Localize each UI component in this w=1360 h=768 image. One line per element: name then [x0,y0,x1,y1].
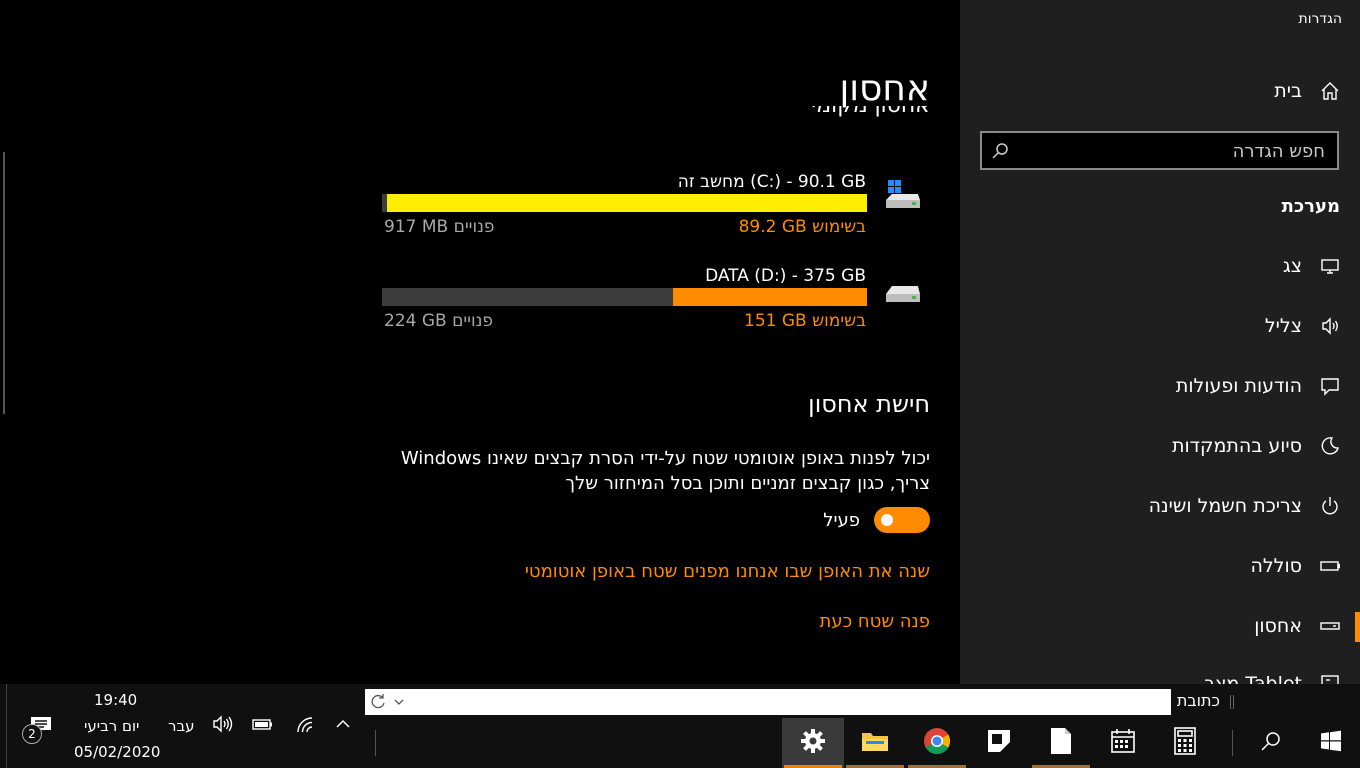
gear-icon [800,728,826,758]
battery-button[interactable] [249,712,277,740]
usage-bar [382,288,867,306]
page-title: אחסון [839,68,930,109]
document-icon [1050,727,1072,759]
taskbar-separator [1232,730,1233,756]
drive-icon [882,270,922,304]
chevron-down-icon[interactable] [391,693,407,711]
taskbar-divider [6,684,7,768]
address-label: כתובת [1176,691,1220,710]
clock-time[interactable]: 19:40 [94,691,137,709]
free-space-now-link[interactable]: פנה שטח כעת [820,611,930,632]
storage-icon [1320,616,1340,636]
clock-day[interactable]: יום רביעי [84,717,139,735]
wifi-icon [294,714,314,738]
drive-c[interactable]: מחשב זה (C:) - 90.1 GB 89.2 GB בשימוש 91… [382,172,930,238]
drive-name: מחשב זה (C:) - 90.1 GB [677,172,866,192]
nav-notifications[interactable]: הודעות ופעולות [960,362,1360,410]
usage-bar-fill [673,288,867,306]
free-space: 224 GB פנויים [384,311,494,331]
taskbar-calendar[interactable] [1092,718,1154,768]
nav-focus-assist[interactable]: סיוע בהתמקדות [960,422,1360,470]
storage-sense-title: חישת אחסון [808,390,930,418]
volume-button[interactable] [209,712,237,740]
taskbar-chrome[interactable] [906,718,968,768]
show-hidden-icons-button[interactable] [329,712,357,740]
settings-sidebar: הגדרות בית מערכת צג צליל הודעות ופעולות [960,0,1360,684]
nav-sound[interactable]: צליל [960,302,1360,350]
chevron-up-icon [335,716,351,736]
search-icon [990,141,1010,161]
nav-label: צליל [1264,315,1302,337]
nav-display[interactable]: צג [960,242,1360,290]
calendar-icon [1110,728,1136,758]
local-storage-subtitle: אחסון מקומי [811,106,930,128]
taskbar-notepad[interactable] [1030,718,1092,768]
free-space: 917 MB פנויים [384,217,495,237]
nav-label: מצב Tablet [1204,673,1302,684]
battery-icon [1320,556,1340,576]
power-icon [1320,496,1340,516]
chrome-icon [923,727,951,759]
clock-date[interactable]: 05/02/2020 [74,743,160,761]
windows-logo-icon [1320,730,1342,756]
used-space: 89.2 GB בשימוש [738,217,866,237]
scroll-indicator[interactable] [3,152,5,414]
calculator-icon [1173,727,1197,759]
nav-tablet-mode[interactable]: מצב Tablet [960,660,1360,684]
search-button[interactable] [1240,718,1302,768]
app-title: הגדרות [1298,11,1342,27]
battery-icon [252,716,274,736]
nav-label: סוללה [1250,555,1302,577]
windows-drive-icon [882,176,922,210]
toolbar-grip[interactable] [1230,695,1234,709]
taskbar-settings[interactable] [782,718,844,768]
toggle-knob [881,514,893,526]
nav-storage[interactable]: אחסון [960,602,1360,650]
search-box[interactable] [980,131,1339,170]
refresh-icon[interactable] [367,691,389,713]
nav-power-sleep[interactable]: צריכת חשמל ושינה [960,482,1360,530]
speaker-icon [1320,316,1340,336]
taskbar-sticky-notes[interactable] [968,718,1030,768]
input-language[interactable]: עבר [168,717,195,735]
change-cleanup-link[interactable]: שנה את האופן שבו אנחנו מפנים שטח באופן א… [525,561,930,582]
moon-icon [1320,436,1340,456]
nav-label: סיוע בהתמקדות [1172,435,1302,457]
taskbar-file-explorer[interactable] [844,718,906,768]
nav-label: צריכת חשמל ושינה [1148,495,1302,517]
drive-name: DATA (D:) - 375 GB [705,266,866,286]
storage-sense-toggle-row: פעיל [823,507,930,533]
toggle-label: פעיל [823,509,860,531]
taskbar-calculator[interactable] [1154,718,1216,768]
storage-sense-description: יכול לפנות באופן אוטומטי שטח על-ידי הסרת… [400,448,930,494]
section-header-system: מערכת [1281,196,1340,217]
sticky-notes-icon [986,728,1012,758]
storage-sense-toggle[interactable] [874,507,930,533]
message-icon [1320,376,1340,396]
home-icon [1320,81,1340,101]
monitor-icon [1320,256,1340,276]
nav-label: בית [1274,80,1302,102]
nav-label: הודעות ופעולות [1175,375,1302,397]
nav-label: צג [1282,255,1302,277]
address-bar[interactable] [365,689,1171,715]
used-space: 151 GB בשימוש [744,311,866,331]
start-button[interactable] [1300,718,1360,768]
notification-count-badge: 2 [22,724,42,744]
content-pane: אחסון אחסון מקומי מחשב זה (C:) - 90.1 GB… [0,0,960,684]
nav-home[interactable]: בית [960,67,1360,115]
speaker-icon [212,714,234,738]
usage-bar [382,194,867,212]
usage-bar-fill [386,194,867,212]
search-input[interactable] [1035,139,1325,163]
search-icon [1260,730,1282,756]
network-button[interactable] [290,712,318,740]
nav-battery[interactable]: סוללה [960,542,1360,590]
folder-icon [861,729,889,757]
tablet-icon [1320,674,1340,684]
taskbar-separator [375,730,376,756]
drive-d[interactable]: DATA (D:) - 375 GB 151 GB בשימוש 224 GB … [382,266,930,332]
nav-label: אחסון [1254,615,1302,637]
